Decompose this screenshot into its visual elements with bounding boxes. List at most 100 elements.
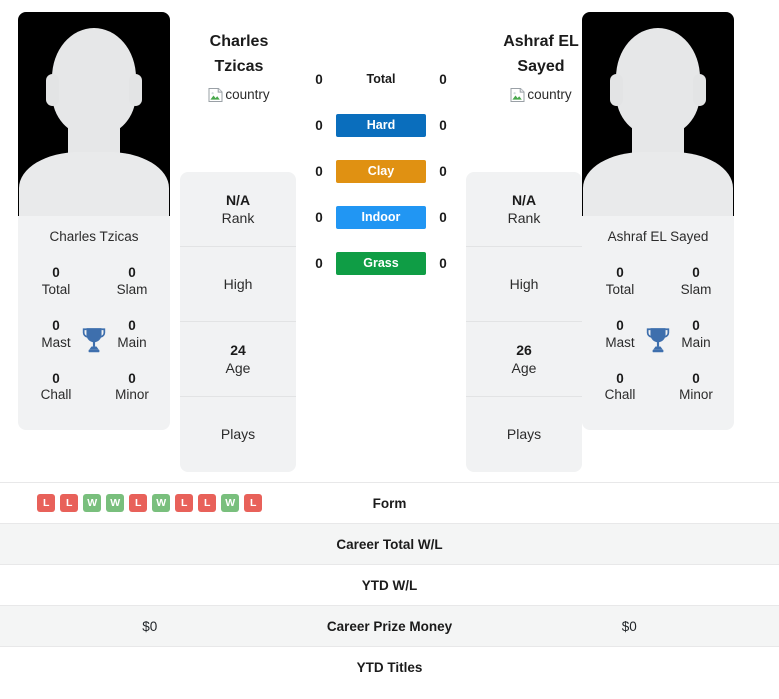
right-age-label: Age	[511, 360, 537, 376]
stat-minor-label: Minor	[679, 387, 713, 403]
form-badge-win: W	[152, 494, 171, 512]
avatar-ear-left	[46, 74, 59, 106]
surface-badge-clay: Clay	[336, 160, 426, 183]
stat-chall-label: Chall	[40, 387, 72, 403]
left-player-name-caption: Charles Tzicas	[49, 229, 139, 244]
right-player-heading: Ashraf EL Sayed country	[476, 30, 606, 108]
stat-slam: 0 Slam	[94, 256, 170, 309]
right-player-info-card: N/A Rank High 26 Age Plays	[466, 172, 582, 472]
stat-chall-label: Chall	[604, 387, 636, 403]
stat-total-value: 0	[52, 265, 60, 280]
left-form-cell: LLWWLWLLWL	[0, 494, 300, 512]
form-badge-win: W	[221, 494, 240, 512]
left-info-plays: Plays	[180, 397, 296, 472]
left-rank-label: Rank	[221, 210, 255, 226]
form-badges-left: LLWWLWLLWL	[37, 494, 263, 512]
stats-comparison-table: LLWWLWLLWL Form Career Total W/L YTD W/L…	[0, 482, 779, 687]
surface-row-grass: 0 Grass 0	[296, 252, 466, 275]
surface-badge-hard: Hard	[336, 114, 426, 137]
left-player-titles-grid: 0 Total 0 Slam 0 Mast 0 Main 0 Chall 0 M…	[18, 250, 170, 430]
row-label-form: Form	[372, 495, 407, 511]
stat-total-label: Total	[41, 281, 71, 297]
avatar-ear-left	[610, 74, 623, 106]
right-info-age: 26 Age	[466, 322, 582, 397]
form-badge-loss: L	[129, 494, 148, 512]
right-country-flag: country	[510, 87, 572, 103]
left-clay-titles: 0	[315, 164, 323, 179]
surface-label-total: Total	[366, 72, 396, 86]
stat-total-label: Total	[605, 281, 635, 297]
stat-minor-value: 0	[128, 370, 136, 386]
left-info-rank: N/A Rank	[180, 172, 296, 247]
comparison-header: Charles Tzicas 0 Total 0 Slam 0 Mast 0 M…	[0, 0, 779, 482]
broken-image-icon	[510, 87, 526, 103]
stat-slam-value: 0	[692, 265, 700, 280]
left-player-card[interactable]: Charles Tzicas 0 Total 0 Slam 0 Mast 0 M…	[18, 12, 170, 431]
stat-minor: 0 Minor	[658, 362, 734, 415]
stat-minor-value: 0	[692, 370, 700, 386]
table-row-form: LLWWLWLLWL Form	[0, 482, 779, 523]
table-row-ytd-titles: YTD Titles	[0, 646, 779, 687]
right-info-plays: Plays	[466, 397, 582, 472]
stat-total-value: 0	[616, 265, 624, 280]
stat-total: 0 Total	[18, 256, 94, 309]
left-total-titles: 0	[315, 72, 323, 87]
right-rank-label: Rank	[507, 210, 541, 226]
row-label-ytd-wl: YTD W/L	[361, 577, 418, 593]
right-player-name-line2: Sayed	[517, 57, 565, 75]
left-player-name-line1: Charles	[209, 33, 269, 50]
avatar-ear-right	[693, 74, 706, 106]
stat-slam-value: 0	[128, 265, 136, 280]
right-indoor-titles: 0	[439, 210, 447, 225]
right-player-name-caption: Ashraf EL Sayed	[607, 229, 709, 244]
broken-image-icon	[208, 87, 224, 103]
row-label-career-total-wl: Career Total W/L	[336, 536, 443, 552]
stat-total: 0 Total	[582, 256, 658, 309]
left-info-age: 24 Age	[180, 322, 296, 397]
right-info-high: High	[466, 247, 582, 322]
stat-slam: 0 Slam	[658, 256, 734, 309]
stat-chall-value: 0	[616, 370, 624, 386]
avatar-ear-right	[129, 74, 142, 106]
surface-badge-indoor: Indoor	[336, 206, 426, 229]
player-comparison-page: Charles Tzicas 0 Total 0 Slam 0 Mast 0 M…	[0, 0, 779, 699]
avatar-shoulders	[19, 152, 169, 216]
table-row-ytd-wl: YTD W/L	[0, 564, 779, 605]
stat-minor-label: Minor	[115, 387, 149, 403]
form-badge-loss: L	[198, 494, 217, 512]
form-badge-win: W	[83, 494, 102, 512]
table-row-career-prize-money: $0 Career Prize Money $0	[0, 605, 779, 646]
surface-row-clay: 0 Clay 0	[296, 160, 466, 183]
trophy-icon	[645, 326, 671, 354]
right-high-label: High	[509, 275, 539, 292]
surface-row-total: 0 Total 0	[296, 68, 466, 91]
row-label-career-prize-money: Career Prize Money	[326, 618, 453, 634]
left-age-label: Age	[225, 360, 251, 376]
right-player-titles-grid: 0 Total 0 Slam 0 Mast 0 Main 0 Chall 0 M…	[582, 250, 734, 430]
right-career-prize-money: $0	[621, 618, 637, 634]
right-info-rank: N/A Rank	[466, 172, 582, 247]
right-age-value: 26	[516, 341, 532, 358]
left-rank-value: N/A	[225, 191, 251, 208]
right-rank-value: N/A	[511, 191, 537, 208]
stat-chall: 0 Chall	[582, 362, 658, 415]
table-row-career-total-wl: Career Total W/L	[0, 523, 779, 564]
avatar-shoulders	[583, 152, 733, 216]
surface-row-hard: 0 Hard 0	[296, 114, 466, 137]
left-player-heading: Charles Tzicas country	[174, 30, 304, 108]
form-badge-loss: L	[37, 494, 56, 512]
left-player-info-card: N/A Rank High 24 Age Plays	[180, 172, 296, 472]
left-indoor-titles: 0	[315, 210, 323, 225]
left-career-prize-money: $0	[142, 618, 158, 634]
form-badge-loss: L	[244, 494, 263, 512]
right-total-titles: 0	[439, 72, 447, 87]
left-country-flag: country	[208, 87, 270, 103]
right-player-name-line1: Ashraf EL	[503, 33, 579, 50]
left-plays-label: Plays	[220, 426, 256, 443]
stat-minor: 0 Minor	[94, 362, 170, 415]
right-plays-label: Plays	[506, 426, 542, 443]
form-badge-loss: L	[60, 494, 79, 512]
right-grass-titles: 0	[439, 256, 447, 271]
stat-slam-label: Slam	[116, 281, 148, 297]
stat-slam-label: Slam	[680, 281, 712, 297]
